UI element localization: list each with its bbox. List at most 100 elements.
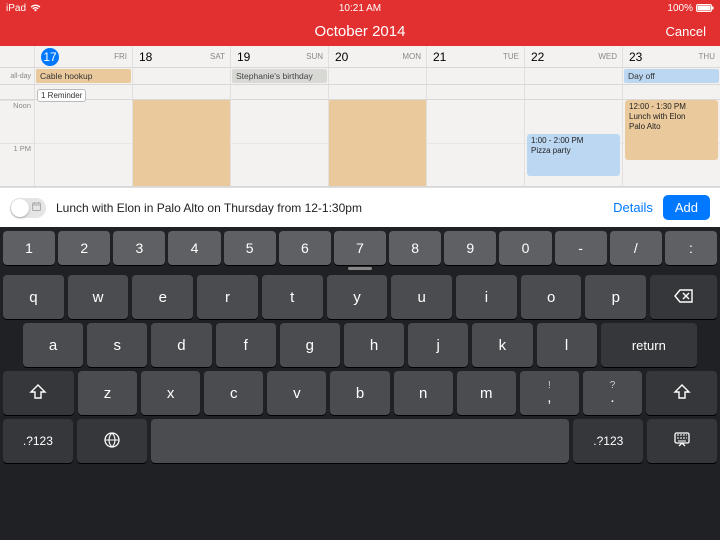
toggle-knob (11, 199, 29, 217)
key-dismiss[interactable] (647, 419, 717, 463)
key-9[interactable]: 9 (444, 231, 496, 265)
key-k[interactable]: k (472, 323, 532, 367)
keyboard: 1234567890-/: qwertyuiop asdfghjklreturn… (0, 227, 720, 540)
day-column[interactable] (328, 100, 426, 186)
key-shift-right[interactable] (646, 371, 717, 415)
keyboard-grab-handle[interactable] (348, 267, 372, 270)
key-t[interactable]: t (262, 275, 323, 319)
allday-cell[interactable]: Stephanie's birthday (230, 68, 328, 84)
key-0[interactable]: 0 (499, 231, 551, 265)
key-n[interactable]: n (394, 371, 453, 415)
key-6[interactable]: 6 (279, 231, 331, 265)
key-7[interactable]: 7 (334, 231, 386, 265)
key-p[interactable]: p (585, 275, 646, 319)
key-s[interactable]: s (87, 323, 147, 367)
key-3[interactable]: 3 (113, 231, 165, 265)
key-g[interactable]: g (280, 323, 340, 367)
key-shift-left[interactable] (3, 371, 74, 415)
day-number: 22 (531, 50, 544, 64)
add-button[interactable]: Add (663, 195, 710, 220)
quick-entry-bar: Details Add (0, 187, 720, 227)
key-symbols-left[interactable]: .?123 (3, 419, 73, 463)
key-b[interactable]: b (330, 371, 389, 415)
key-d[interactable]: d (151, 323, 211, 367)
dismiss-keyboard-icon (672, 431, 692, 452)
key-symbols-right[interactable]: .?123 (573, 419, 643, 463)
day-column[interactable] (426, 100, 524, 186)
key-f[interactable]: f (216, 323, 276, 367)
hour-label: 1 PM (0, 143, 34, 186)
day-header[interactable]: 18SAT (132, 46, 230, 67)
allday-cell[interactable] (328, 68, 426, 84)
key-r[interactable]: r (197, 275, 258, 319)
allday-cell[interactable] (524, 68, 622, 84)
day-header[interactable]: 19SUN (230, 46, 328, 67)
allday-event[interactable]: Day off (624, 69, 719, 83)
key-i[interactable]: i (456, 275, 517, 319)
reminder-cell (132, 85, 230, 99)
key-4[interactable]: 4 (168, 231, 220, 265)
allday-cell[interactable]: Day off (622, 68, 720, 84)
timed-event[interactable]: 1:00 - 2:00 PMPizza party (527, 134, 620, 175)
day-header[interactable]: 20MON (328, 46, 426, 67)
key-8[interactable]: 8 (389, 231, 441, 265)
day-weekday: TUE (450, 52, 524, 61)
day-header[interactable]: 22 WED (524, 46, 622, 67)
timed-event[interactable]: 12:00 - 1:30 PMLunch with ElonPalo Alto (625, 100, 718, 160)
key-w[interactable]: w (68, 275, 129, 319)
key-5[interactable]: 5 (224, 231, 276, 265)
key-o[interactable]: o (521, 275, 582, 319)
key-,[interactable]: !, (520, 371, 579, 415)
key-h[interactable]: h (344, 323, 404, 367)
key-v[interactable]: v (267, 371, 326, 415)
key-return[interactable]: return (601, 323, 697, 367)
allday-event[interactable]: Stephanie's birthday (232, 69, 327, 83)
key-.[interactable]: ?. (583, 371, 642, 415)
key-space[interactable] (151, 419, 570, 463)
event-input[interactable] (56, 201, 603, 215)
allday-toggle[interactable] (10, 198, 46, 218)
reminder-cell (230, 85, 328, 99)
reminder-cell (426, 85, 524, 99)
day-column[interactable] (132, 100, 230, 186)
key-m[interactable]: m (457, 371, 516, 415)
day-weekday: SUN (254, 52, 328, 61)
day-column[interactable]: 12:00 - 1:30 PMLunch with ElonPalo Alto (622, 100, 720, 186)
shift-icon (672, 383, 692, 404)
allday-cell[interactable]: Cable hookup (34, 68, 132, 84)
cancel-button[interactable]: Cancel (666, 24, 706, 39)
key-1[interactable]: 1 (3, 231, 55, 265)
day-column[interactable]: 1:00 - 2:00 PMPizza party (524, 100, 622, 186)
day-header[interactable]: 23THU (622, 46, 720, 67)
key-e[interactable]: e (132, 275, 193, 319)
key-/[interactable]: / (610, 231, 662, 265)
key-backspace[interactable] (650, 275, 717, 319)
day-column[interactable] (34, 100, 132, 186)
key-x[interactable]: x (141, 371, 200, 415)
allday-event[interactable]: Cable hookup (36, 69, 131, 83)
key-y[interactable]: y (327, 275, 388, 319)
reminder-cell: 1 Reminder (34, 85, 132, 99)
day-column[interactable] (230, 100, 328, 186)
key-j[interactable]: j (408, 323, 468, 367)
key-a[interactable]: a (23, 323, 83, 367)
key-:[interactable]: : (665, 231, 717, 265)
key-c[interactable]: c (204, 371, 263, 415)
day-number: 23 (629, 50, 642, 64)
key-l[interactable]: l (537, 323, 597, 367)
key--[interactable]: - (555, 231, 607, 265)
reminder-cell (622, 85, 720, 99)
key-z[interactable]: z (78, 371, 137, 415)
key-globe[interactable] (77, 419, 147, 463)
day-header[interactable]: 21TUE (426, 46, 524, 67)
key-q[interactable]: q (3, 275, 64, 319)
allday-cell[interactable] (426, 68, 524, 84)
battery-icon (696, 4, 714, 12)
key-u[interactable]: u (391, 275, 452, 319)
details-button[interactable]: Details (613, 200, 653, 215)
key-2[interactable]: 2 (58, 231, 110, 265)
allday-cell[interactable] (132, 68, 230, 84)
backspace-icon (674, 287, 694, 308)
day-weekday: WED (548, 52, 622, 61)
day-header[interactable]: 17FRI (34, 46, 132, 67)
